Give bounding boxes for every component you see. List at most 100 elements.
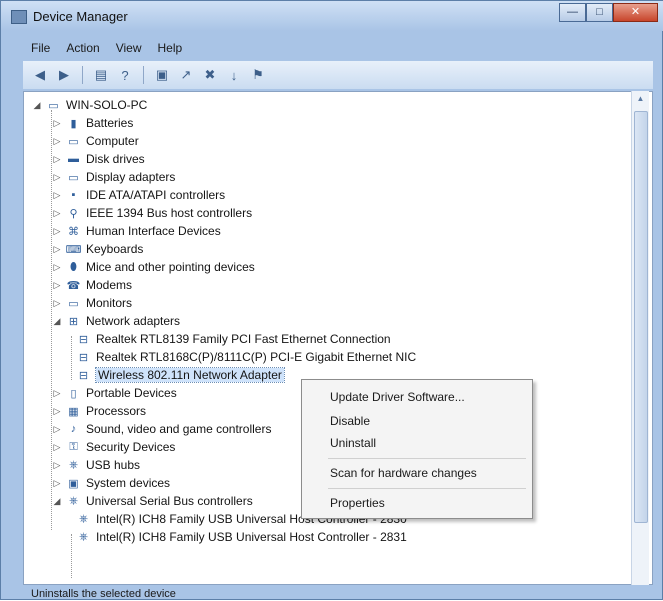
tree-root-label: WIN-SOLO-PC <box>66 98 148 112</box>
expand-toggle[interactable]: ▷ <box>52 406 62 417</box>
menu-file[interactable]: File <box>23 39 58 59</box>
tree-category[interactable]: ▷ ♪ Sound, video and game controllers <box>52 420 272 438</box>
minimize-button[interactable]: — <box>559 3 586 22</box>
network-adapter-icon: ⊟ <box>78 369 89 382</box>
toolbar: ◀ ▶ ▤ ? ▣ ↗ ✖ ↓ ⚑ <box>23 61 653 89</box>
expand-toggle[interactable]: ▷ <box>52 226 62 237</box>
tree-category[interactable]: ▷ ▣ System devices <box>52 474 171 492</box>
expand-toggle[interactable]: ▷ <box>52 136 62 147</box>
tree-category[interactable]: ▷ ▮ Batteries <box>52 114 134 132</box>
tree-category[interactable]: ▷ ⌘ Human Interface Devices <box>52 222 221 240</box>
scroll-thumb[interactable] <box>634 111 648 523</box>
tree-category[interactable]: ▷ ▭ Computer <box>52 132 139 150</box>
expand-toggle[interactable]: ▷ <box>52 244 62 255</box>
tree-category[interactable]: ▷ ▯ Portable Devices <box>52 384 177 402</box>
menu-help[interactable]: Help <box>150 39 191 59</box>
network-adapter-icon: ⊟ <box>78 333 89 346</box>
tree-category[interactable]: ▷ ▭ Monitors <box>52 294 132 312</box>
tree-root[interactable]: ◢ ▭ WIN-SOLO-PC <box>32 96 148 114</box>
expand-toggle[interactable]: ▷ <box>52 208 62 219</box>
usb-controller-icon: ⎈ <box>79 512 88 525</box>
expand-toggle[interactable]: ▷ <box>52 478 62 489</box>
uninstall-icon[interactable]: ✖ <box>201 66 219 84</box>
tree-category[interactable]: ◢ ⎈ Universal Serial Bus controllers <box>52 492 253 510</box>
expand-toggle[interactable]: ▷ <box>52 424 62 435</box>
scan-hardware-icon[interactable]: ▣ <box>153 66 171 84</box>
uninstall-menu-item[interactable]: Uninstall <box>330 436 376 450</box>
properties-icon[interactable]: ▤ <box>92 66 110 84</box>
expand-toggle[interactable]: ▷ <box>52 442 62 453</box>
tree-category[interactable]: ▷ ▭ Display adapters <box>52 168 176 186</box>
expand-toggle[interactable]: ▷ <box>52 154 62 165</box>
update-driver-icon[interactable]: ↗ <box>177 66 195 84</box>
collapse-toggle[interactable]: ◢ <box>52 316 62 327</box>
expand-toggle[interactable]: ▷ <box>52 280 62 291</box>
expand-toggle[interactable]: ▷ <box>52 262 62 273</box>
sound-icon: ♪ <box>70 423 77 435</box>
back-arrow-icon[interactable]: ◀ <box>31 66 49 84</box>
disable-icon[interactable]: ↓ <box>225 66 243 84</box>
expand-toggle[interactable]: ▷ <box>52 118 62 129</box>
title-bar[interactable]: Device Manager — □ ✕ <box>1 1 663 31</box>
collapse-toggle[interactable]: ◢ <box>32 100 42 111</box>
device-manager-window: Device Manager — □ ✕ File Action View He… <box>0 0 663 600</box>
toolbar-separator <box>82 66 83 84</box>
battery-icon: ▮ <box>70 117 77 130</box>
expand-toggle[interactable]: ▷ <box>52 388 62 399</box>
category-label: Batteries <box>86 116 134 130</box>
disable-menu-item[interactable]: Disable <box>330 414 370 428</box>
tree-device-selected[interactable]: ⊟ Wireless 802.11n Network Adapter <box>76 366 285 384</box>
collapse-toggle[interactable]: ◢ <box>52 496 62 507</box>
tree-category[interactable]: ▷ ▦ Processors <box>52 402 147 420</box>
menu-view[interactable]: View <box>108 39 150 59</box>
disk-icon: ▬ <box>68 153 79 165</box>
menu-separator <box>328 488 526 489</box>
tree-device[interactable]: ⊟ Realtek RTL8139 Family PCI Fast Ethern… <box>76 330 391 348</box>
menu-action[interactable]: Action <box>58 39 107 59</box>
tree-category[interactable]: ▷ ⌨ Keyboards <box>52 240 144 258</box>
menu-bar: File Action View Help <box>23 39 190 59</box>
tree-category[interactable]: ▷ ⎈ USB hubs <box>52 456 141 474</box>
forward-arrow-icon[interactable]: ▶ <box>55 66 73 84</box>
scroll-up-icon[interactable]: ▲ <box>632 91 649 107</box>
tree-category[interactable]: ▷ ▪ IDE ATA/ATAPI controllers <box>52 186 226 204</box>
tree-category[interactable]: ▷ ☎ Modems <box>52 276 132 294</box>
tree-category[interactable]: ▷ ⚲ IEEE 1394 Bus host controllers <box>52 204 253 222</box>
ide-controller-icon: ▪ <box>71 189 76 201</box>
update-driver-menu-item[interactable]: Update Driver Software... <box>330 390 465 404</box>
window-title: Device Manager <box>33 9 128 24</box>
category-label: System devices <box>86 476 171 490</box>
tree-device[interactable]: ⊟ Realtek RTL8168C(P)/8111C(P) PCI-E Gig… <box>76 348 416 366</box>
keyboard-icon: ⌨ <box>65 243 82 256</box>
maximize-button[interactable]: □ <box>586 3 613 22</box>
tree-category[interactable]: ▷ ⬮ Mice and other pointing devices <box>52 258 255 276</box>
category-label: Mice and other pointing devices <box>86 260 255 274</box>
scan-hardware-menu-item[interactable]: Scan for hardware changes <box>330 466 477 480</box>
close-button[interactable]: ✕ <box>613 3 658 22</box>
expand-toggle[interactable]: ▷ <box>52 460 62 471</box>
tree-guide-line <box>71 534 72 578</box>
vertical-scrollbar[interactable]: ▲ <box>631 91 649 585</box>
enable-icon[interactable]: ⚑ <box>249 66 267 84</box>
category-label: Portable Devices <box>86 386 177 400</box>
context-menu: Update Driver Software... Disable Uninst… <box>301 379 533 519</box>
category-label: Disk drives <box>86 152 145 166</box>
category-label: IDE ATA/ATAPI controllers <box>86 188 226 202</box>
mouse-icon: ⬮ <box>70 260 77 273</box>
expand-toggle[interactable]: ▷ <box>52 172 62 183</box>
category-label: Keyboards <box>86 242 144 256</box>
category-label: Sound, video and game controllers <box>86 422 272 436</box>
tree-category[interactable]: ▷ ⚿ Security Devices <box>52 438 176 456</box>
expand-toggle[interactable]: ▷ <box>52 190 62 201</box>
properties-menu-item[interactable]: Properties <box>330 496 385 510</box>
help-icon[interactable]: ? <box>116 66 134 84</box>
processor-icon: ▦ <box>68 405 79 418</box>
modem-icon: ☎ <box>66 279 81 292</box>
tree-category[interactable]: ▷ ▬ Disk drives <box>52 150 145 168</box>
category-label: Monitors <box>86 296 133 310</box>
tree-device[interactable]: ⎈ Intel(R) ICH8 Family USB Universal Hos… <box>76 528 407 546</box>
tree-category[interactable]: ◢ ⊞ Network adapters <box>52 312 181 330</box>
portable-device-icon: ▯ <box>70 387 77 400</box>
expand-toggle[interactable]: ▷ <box>52 298 62 309</box>
usb-controller-icon: ⎈ <box>79 530 88 543</box>
